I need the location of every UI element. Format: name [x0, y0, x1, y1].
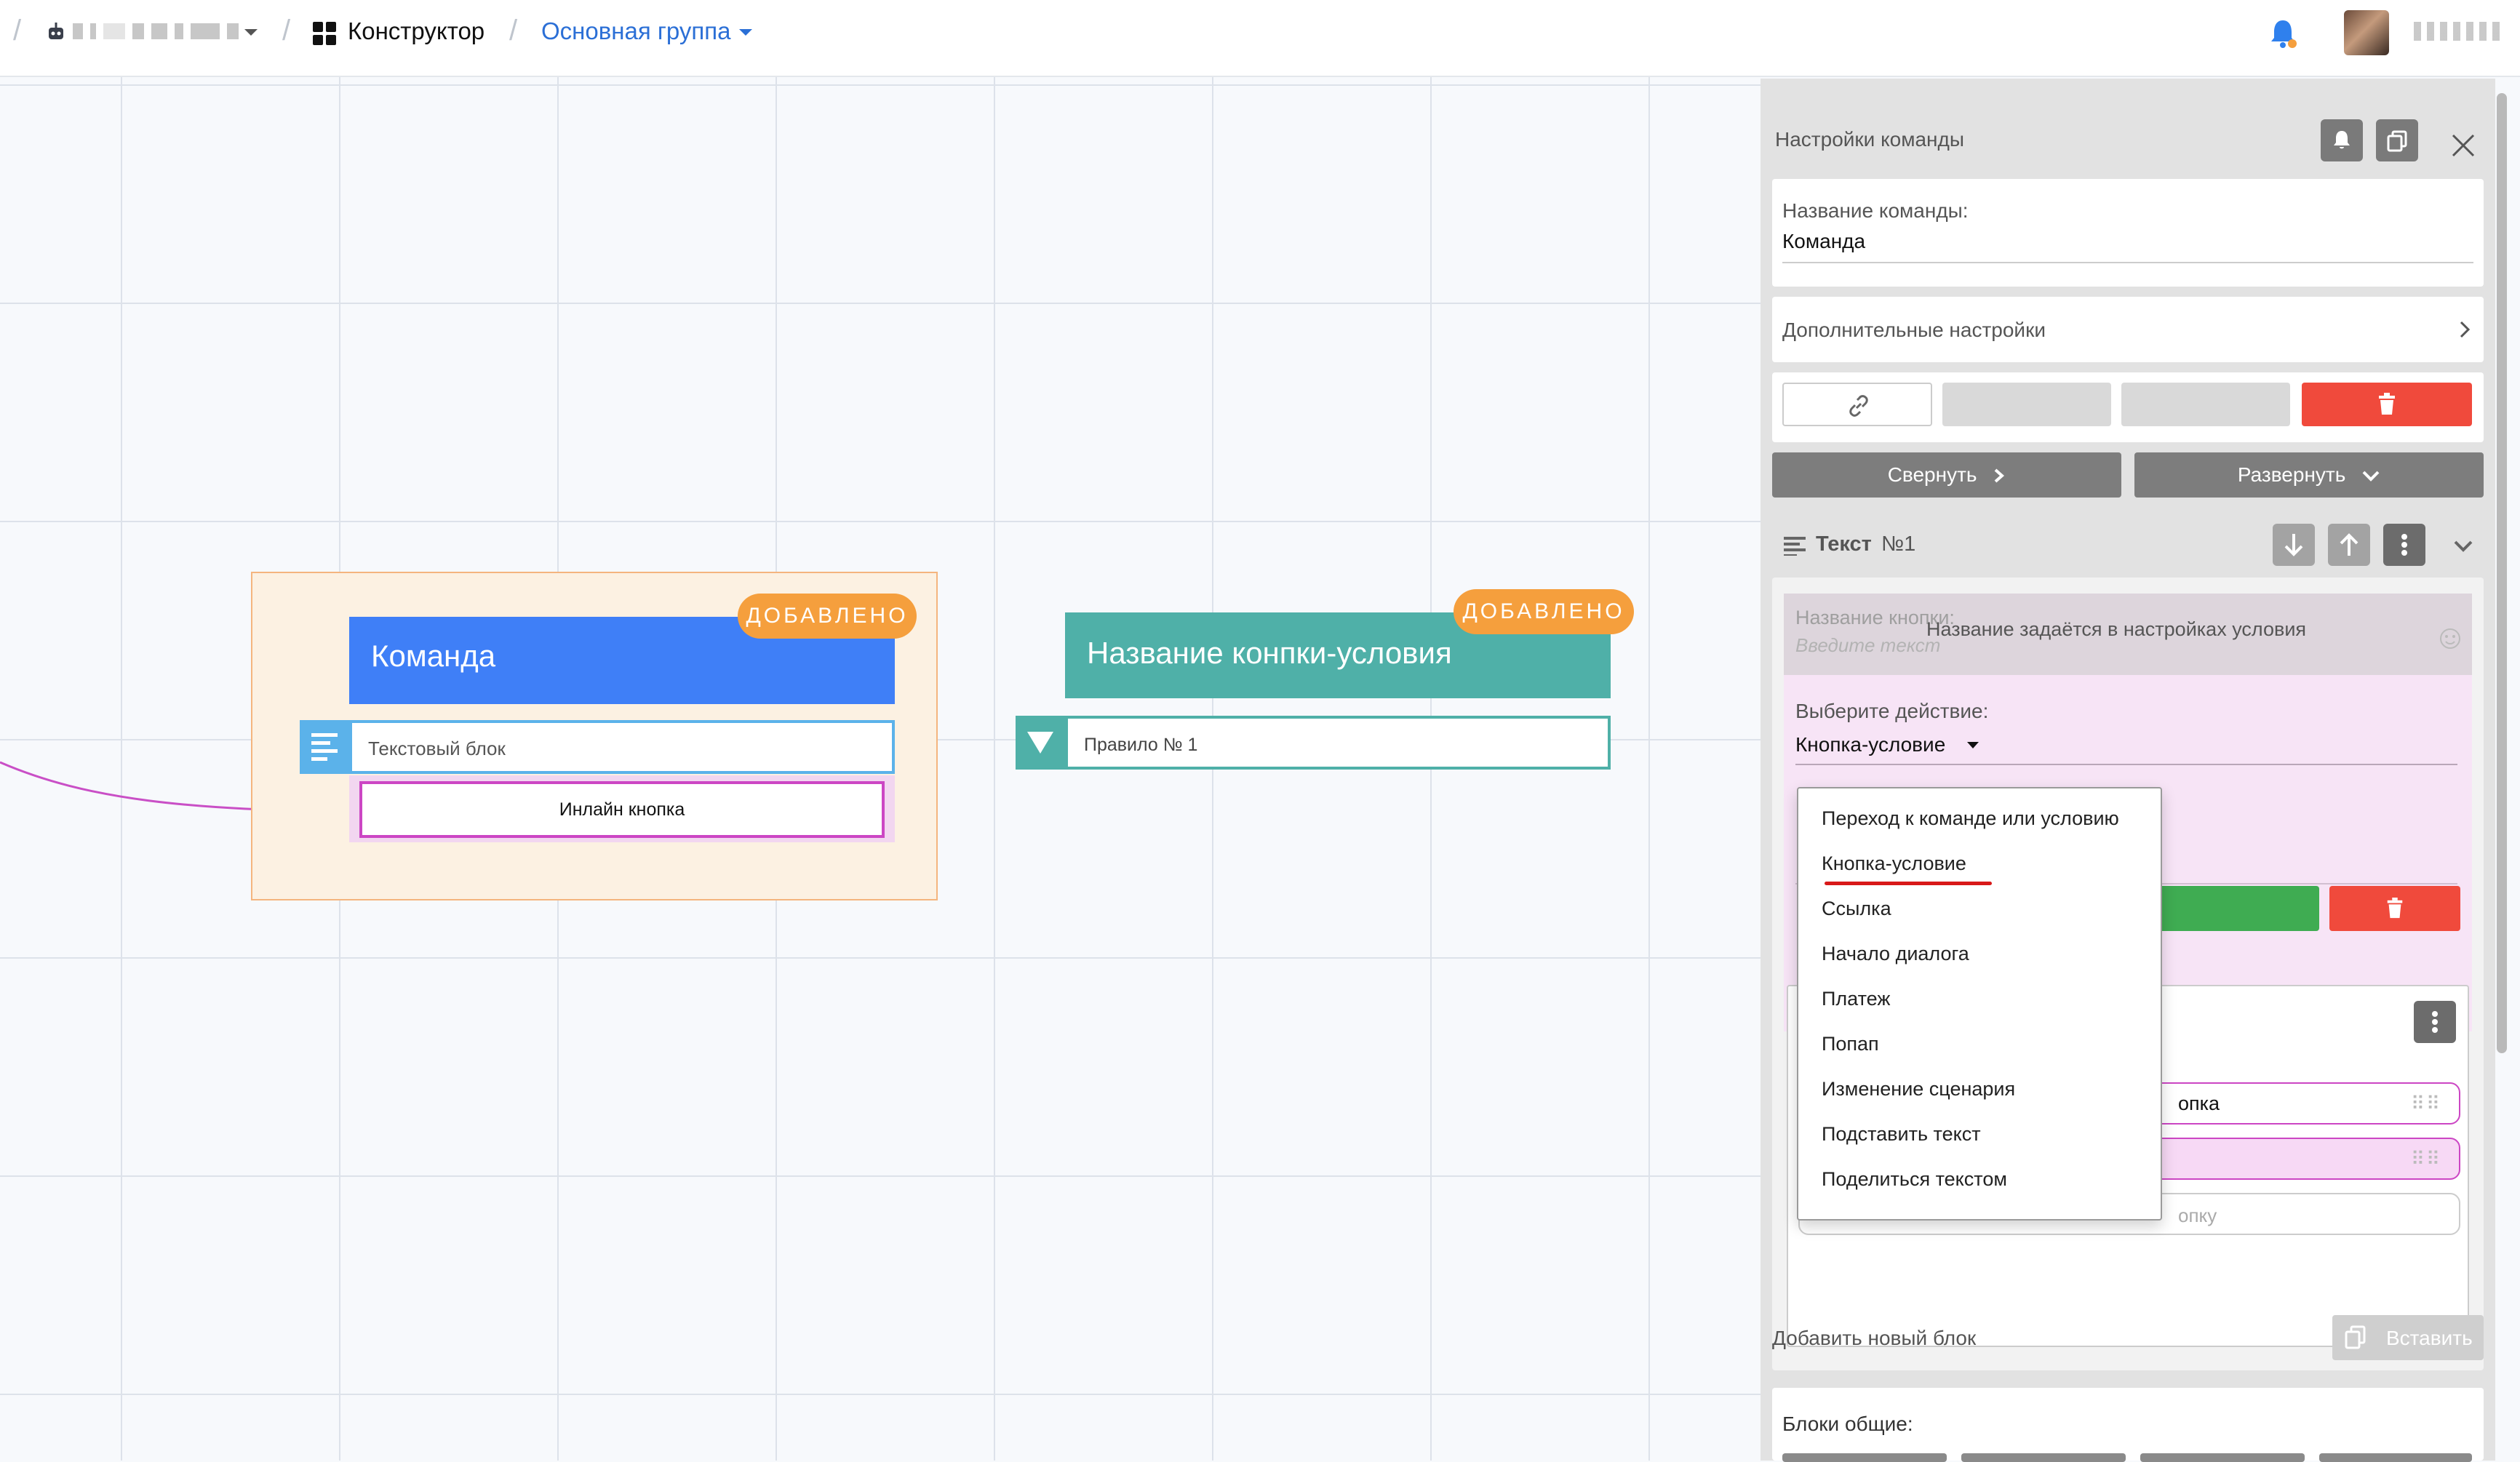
chevron-down-icon[interactable] — [243, 28, 259, 38]
dropdown-option-dialog-start[interactable]: Начало диалога — [1822, 943, 1969, 965]
blank-action-button-2[interactable] — [2121, 383, 2290, 426]
paste-icon — [2345, 1325, 2366, 1349]
common-block-button-4[interactable] — [2319, 1453, 2472, 1462]
collapse-label: Свернуть — [1887, 463, 1977, 486]
group-chevron-icon[interactable] — [738, 28, 754, 38]
inline-button-text: опка — [2178, 1092, 2220, 1114]
selection-underline-mark — [1825, 882, 1992, 885]
dropdown-option-payment[interactable]: Платеж — [1822, 988, 1890, 1010]
add-block-label: Добавить новый блок — [1772, 1327, 1977, 1349]
trash-icon — [2387, 898, 2403, 919]
paste-button[interactable]: Вставить — [2332, 1315, 2484, 1360]
command-added-badge: ДОБАВЛЕНО — [738, 594, 917, 639]
chevron-right-icon — [1994, 468, 2005, 483]
arrow-down-icon — [2284, 534, 2303, 556]
breadcrumb-separator: / — [282, 15, 291, 47]
text-block-label: Текст — [1816, 532, 1872, 556]
condition-added-badge: ДОБАВЛЕНО — [1454, 589, 1634, 634]
button-name-field: Название кнопки: Введите текст Название … — [1784, 594, 2472, 675]
group-selector[interactable]: Основная группа — [541, 17, 731, 45]
kebab-menu-icon — [2432, 1011, 2438, 1033]
action-buttons-row — [1772, 372, 2484, 442]
chevron-right-icon — [2460, 321, 2471, 338]
blank-action-button-1[interactable] — [1942, 383, 2111, 426]
input-underline — [1782, 262, 2473, 263]
more-options-button[interactable] — [2383, 524, 2425, 566]
move-up-button[interactable] — [2328, 524, 2370, 566]
inline-buttons-menu-button[interactable] — [2414, 1001, 2456, 1043]
dropdown-option-insert-text[interactable]: Подставить текст — [1822, 1123, 1981, 1146]
dropdown-option-link[interactable]: Ссылка — [1822, 898, 1891, 920]
top-bar: / / Конструктор / Основная группа — [0, 0, 2520, 77]
avatar[interactable] — [2344, 10, 2389, 55]
dropdown-option-scenario-change[interactable]: Изменение сценария — [1822, 1078, 2015, 1101]
filter-icon — [1016, 716, 1065, 770]
add-inline-button-text: опку — [2178, 1205, 2217, 1226]
trash-icon — [2379, 393, 2395, 415]
text-lines-icon — [1784, 537, 1806, 556]
button-name-notice: Название задаётся в настройках условия — [1926, 618, 2307, 640]
link-button[interactable] — [1782, 383, 1932, 426]
command-name-card: Название команды: Команда — [1772, 179, 2484, 287]
delete-button[interactable] — [2302, 383, 2472, 426]
move-down-button[interactable] — [2273, 524, 2315, 566]
common-blocks-card: Блоки общие: — [1772, 1388, 2484, 1462]
text-block-icon — [300, 720, 349, 774]
robot-icon — [49, 23, 63, 39]
action-dropdown-menu: Переход к команде или условию Кнопка-усл… — [1797, 787, 2162, 1221]
arrow-up-icon — [2340, 533, 2358, 556]
select-underline — [1795, 764, 2457, 765]
panel-title: Настройки команды — [1775, 128, 1964, 151]
copy-button[interactable] — [2376, 119, 2418, 161]
expand-button[interactable]: Развернуть — [2134, 452, 2484, 498]
command-name-input[interactable]: Команда — [1782, 230, 1865, 253]
dropdown-option-popup[interactable]: Попап — [1822, 1033, 1879, 1055]
inline-button[interactable]: Инлайн кнопка — [359, 781, 885, 838]
emoji-icon — [2440, 628, 2460, 649]
kebab-menu-icon — [2401, 534, 2407, 556]
select-caret-icon[interactable] — [1966, 740, 1980, 751]
project-name[interactable] — [73, 23, 262, 42]
breadcrumb-separator: / — [509, 15, 518, 47]
link-icon — [1849, 395, 1868, 417]
dropdown-option-share-text[interactable]: Поделиться текстом — [1822, 1168, 2007, 1191]
collapse-block-chevron-icon[interactable] — [2453, 540, 2473, 553]
breadcrumb-constructor[interactable]: Конструктор — [348, 17, 485, 45]
advanced-settings-label: Дополнительные настройки — [1782, 319, 2046, 341]
close-icon[interactable] — [2443, 125, 2484, 166]
notification-button[interactable] — [2321, 119, 2363, 161]
action-select[interactable]: Кнопка-условие — [1795, 733, 1945, 756]
paste-label: Вставить — [2386, 1327, 2473, 1349]
rule-block[interactable]: Правило № 1 — [1065, 716, 1611, 770]
command-settings-panel: Настройки команды Название команды: Кома… — [1761, 79, 2495, 1462]
remove-button[interactable] — [2329, 886, 2460, 931]
advanced-settings-row[interactable]: Дополнительные настройки — [1772, 297, 2484, 362]
dropdown-option-condition-button[interactable]: Кнопка-условие — [1822, 852, 1966, 875]
panel-scrollbar[interactable] — [2497, 93, 2507, 1053]
constructor-grid-icon — [313, 22, 336, 45]
bell-icon — [2334, 131, 2350, 149]
drag-handle-icon[interactable]: ⠿⠿ — [2411, 1148, 2441, 1170]
breadcrumb-separator: / — [13, 15, 22, 47]
dropdown-option-goto[interactable]: Переход к команде или условию — [1822, 807, 2119, 830]
chevron-down-icon — [2362, 471, 2380, 482]
text-block[interactable]: Текстовый блок — [349, 720, 895, 774]
drag-handle-icon[interactable]: ⠿⠿ — [2411, 1092, 2441, 1115]
username[interactable] — [2414, 22, 2501, 41]
common-block-button-1[interactable] — [1782, 1453, 1947, 1462]
copy-icon — [2387, 130, 2407, 152]
common-block-button-2[interactable] — [1961, 1453, 2126, 1462]
button-name-placeholder: Введите текст — [1795, 634, 1941, 656]
text-block-number: №1 — [1881, 532, 1916, 556]
collapse-button[interactable]: Свернуть — [1772, 452, 2121, 498]
action-label: Выберите действие: — [1795, 700, 1989, 722]
common-blocks-label: Блоки общие: — [1782, 1413, 1913, 1435]
command-name-label: Название команды: — [1782, 199, 1969, 222]
common-block-button-3[interactable] — [2140, 1453, 2305, 1462]
expand-label: Развернуть — [2237, 463, 2346, 486]
notification-bell-icon[interactable] — [2268, 17, 2297, 49]
